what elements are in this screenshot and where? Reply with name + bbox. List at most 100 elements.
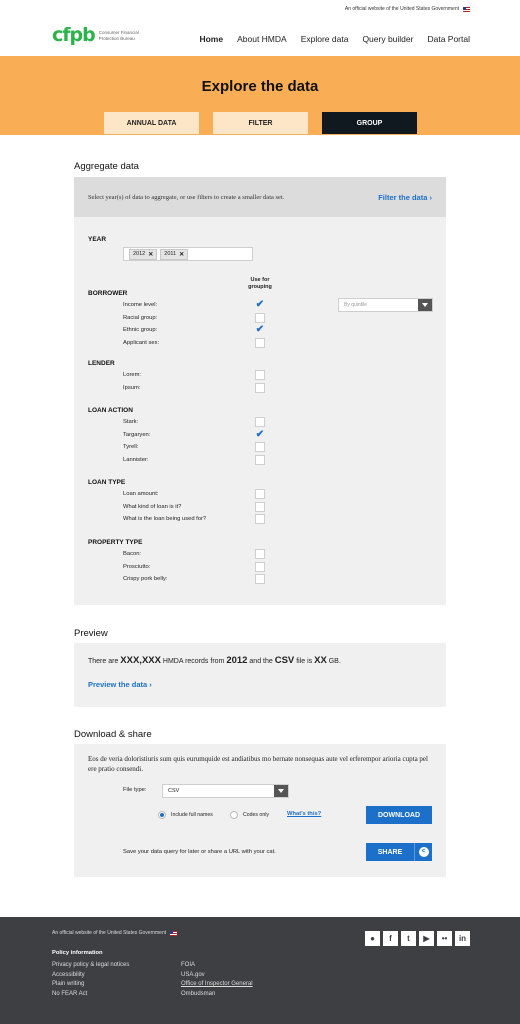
- share-icon: <: [414, 843, 432, 861]
- file-format: CSV: [274, 655, 295, 666]
- group-heading: BORROWER: [88, 290, 128, 297]
- grouping-row-label: What kind of loan is it?: [123, 503, 182, 510]
- download-panel: Eos de veria doloristiuris sum quis euru…: [74, 744, 446, 877]
- logo-mark: cfpb: [52, 24, 96, 46]
- group-heading: PROPERTY TYPE: [88, 539, 143, 546]
- grouping-row-label: Income level:: [123, 302, 158, 308]
- gov-banner-text: An official website of the United States…: [344, 6, 459, 12]
- grouping-checkbox[interactable]: [255, 454, 265, 465]
- share-button[interactable]: SHARE <: [366, 843, 432, 861]
- chevron-down-icon: [418, 299, 432, 311]
- nav-data-portal[interactable]: Data Portal: [427, 34, 470, 44]
- footer-link[interactable]: No FEAR Act: [52, 990, 129, 1000]
- gov-banner: An official website of the United States…: [345, 6, 470, 12]
- chevron-down-icon: [274, 785, 288, 797]
- facebook-icon[interactable]: f: [383, 931, 398, 946]
- grouping-row-label: Targaryen:: [123, 431, 151, 438]
- checked-checkbox[interactable]: ✔: [255, 325, 265, 335]
- year-select-input[interactable]: 2012 ✕ 2011 ✕: [123, 247, 253, 261]
- group-heading: LOAN TYPE: [88, 479, 126, 486]
- grouping-checkbox[interactable]: [255, 370, 265, 380]
- preview-the-data-link[interactable]: Preview the data ›: [88, 680, 152, 689]
- share-label: SHARE: [377, 848, 403, 856]
- codes-only-label: Codes only: [243, 812, 269, 818]
- grouping-checkbox[interactable]: [255, 501, 265, 512]
- quintile-dropdown[interactable]: By quintile: [338, 298, 433, 312]
- footer-link[interactable]: Privacy policy & legal notices: [52, 961, 129, 971]
- grouping-checkbox[interactable]: [255, 382, 265, 393]
- whats-this-link[interactable]: What's this?: [287, 811, 321, 817]
- grouping-checkbox[interactable]: [255, 489, 265, 499]
- remove-chip-icon[interactable]: ✕: [179, 251, 184, 258]
- group-heading: LOAN ACTION: [88, 407, 133, 414]
- grouping-checkbox[interactable]: [255, 337, 265, 348]
- grouping-row-label: Racial group:: [123, 314, 158, 321]
- tab-group[interactable]: GROUP: [322, 112, 417, 134]
- social-links: ● f t ▶ •• in: [365, 931, 470, 946]
- flickr-icon[interactable]: ••: [437, 931, 452, 946]
- preview-summary: There are XXX,XXX HMDA records from 2012…: [88, 655, 341, 666]
- us-flag-icon: [463, 6, 470, 12]
- aggregate-title: Aggregate data: [74, 161, 139, 172]
- tab-filter[interactable]: FILTER: [213, 112, 308, 134]
- record-count: XXX,XXX: [120, 655, 161, 666]
- year-chip: 2012 ✕: [129, 248, 158, 260]
- footer-link[interactable]: USA.gov: [181, 971, 253, 981]
- preview-title: Preview: [74, 628, 108, 639]
- checked-checkbox[interactable]: ✔: [255, 429, 265, 440]
- footer-link[interactable]: Office of Inspector General: [181, 980, 253, 990]
- codes-only-radio[interactable]: [230, 811, 238, 819]
- aggregate-hint: Select year(s) of data to aggregate, or …: [88, 193, 285, 201]
- grouping-row-label: What is the loan being used for?: [123, 516, 207, 523]
- share-text: Save your data query for later or share …: [123, 849, 276, 855]
- filter-the-data-link[interactable]: Filter the data ›: [378, 193, 432, 202]
- grouping-checkbox[interactable]: [255, 514, 265, 525]
- youtube-icon[interactable]: ▶: [419, 931, 434, 946]
- grouping-checkbox[interactable]: [255, 417, 265, 427]
- footer-link[interactable]: FOIA: [181, 961, 253, 971]
- full-names-label: Include full names: [171, 812, 213, 818]
- linkedin-icon[interactable]: in: [455, 931, 470, 946]
- file-type-select[interactable]: CSV: [162, 784, 289, 798]
- footer-link[interactable]: Accessibility: [52, 971, 129, 981]
- policy-heading: Policy information: [52, 950, 103, 956]
- hero-banner: Explore the data ANNUAL DATA FILTER GROU…: [0, 56, 520, 135]
- grouping-checkbox[interactable]: [255, 549, 265, 559]
- footer-link[interactable]: Ombudsman: [181, 990, 253, 1000]
- grouping-row-label: Ethnic group:: [123, 327, 158, 334]
- footer: An official website of the United States…: [0, 917, 520, 1024]
- remove-chip-icon[interactable]: ✕: [148, 251, 153, 258]
- grouping-checkbox[interactable]: [255, 312, 265, 323]
- grouping-row-label: Lorem:: [123, 372, 142, 378]
- quintile-placeholder: By quintile: [344, 302, 368, 308]
- cfpb-logo[interactable]: cfpb Consumer Financial Protection Burea…: [52, 26, 147, 45]
- download-intro: Eos de veria doloristiuris sum quis euru…: [88, 755, 428, 773]
- grouping-row-label: Lannister:: [123, 456, 149, 463]
- github-icon[interactable]: ●: [365, 931, 380, 946]
- download-title: Download & share: [74, 729, 152, 740]
- nav-explore-data[interactable]: Explore data: [301, 34, 349, 44]
- nav-home[interactable]: Home: [199, 34, 223, 44]
- footer-link[interactable]: Plain writing: [52, 980, 129, 990]
- nav-query-builder[interactable]: Query builder: [362, 34, 413, 44]
- tab-bar: ANNUAL DATA FILTER GROUP: [104, 112, 417, 134]
- group-heading: LENDER: [88, 360, 115, 367]
- checked-checkbox[interactable]: ✔: [255, 300, 265, 310]
- grouping-checkbox[interactable]: [255, 574, 265, 585]
- grouping-checkbox[interactable]: [255, 561, 265, 572]
- grouping-row-label: Bacon:: [123, 551, 142, 557]
- main-nav: Home About HMDA Explore data Query build…: [199, 34, 470, 44]
- year-chip: 2011 ✕: [160, 248, 189, 260]
- file-type-value: CSV: [168, 788, 180, 794]
- grouping-row-label: Stark:: [123, 419, 139, 425]
- tab-annual-data[interactable]: ANNUAL DATA: [104, 112, 199, 134]
- twitter-icon[interactable]: t: [401, 931, 416, 946]
- download-button[interactable]: DOWNLOAD: [366, 806, 432, 824]
- full-names-radio[interactable]: [158, 811, 166, 819]
- nav-about-hmda[interactable]: About HMDA: [237, 34, 287, 44]
- use-for-grouping-label: Use for grouping: [248, 277, 272, 291]
- aggregate-panel: YEAR 2012 ✕ 2011 ✕ Use for grouping By qui…: [74, 217, 446, 605]
- grouping-checkbox[interactable]: [255, 442, 265, 453]
- year-heading: YEAR: [88, 236, 107, 243]
- grouping-row-label: Applicant sex:: [123, 339, 160, 346]
